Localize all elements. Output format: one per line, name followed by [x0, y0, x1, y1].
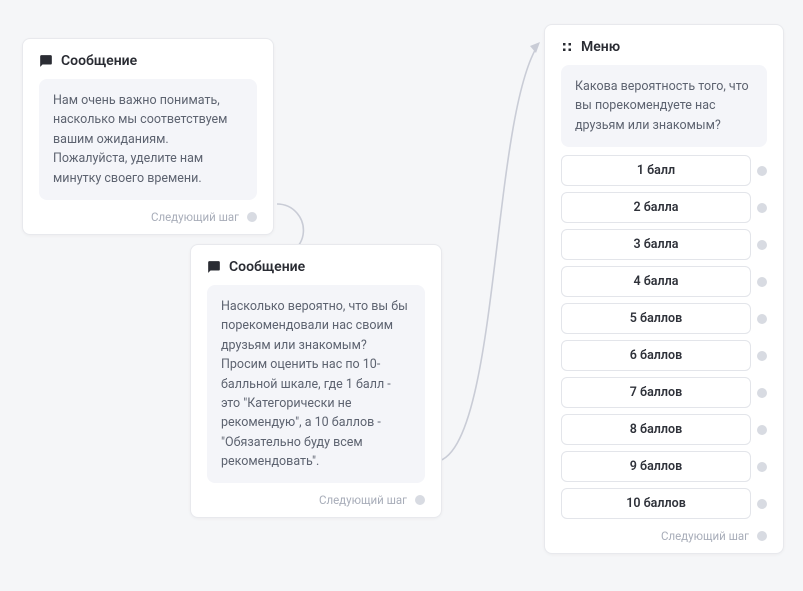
option-port[interactable]: [757, 462, 767, 472]
card-header: Сообщение: [39, 53, 257, 69]
menu-option: 1 балл: [561, 155, 767, 186]
message-body: Насколько вероятно, что вы бы порекоменд…: [207, 285, 425, 483]
message-body: Нам очень важно понимать, насколько мы с…: [39, 79, 257, 200]
menu-option: 5 баллов: [561, 303, 767, 334]
option-button[interactable]: 4 балла: [561, 266, 751, 297]
option-button[interactable]: 5 баллов: [561, 303, 751, 334]
menu-option: 6 баллов: [561, 340, 767, 371]
option-port[interactable]: [757, 166, 767, 176]
option-button[interactable]: 9 баллов: [561, 451, 751, 482]
card-footer: Следующий шаг: [39, 210, 257, 224]
menu-option: 9 баллов: [561, 451, 767, 482]
next-step-label: Следующий шаг: [151, 210, 239, 224]
output-port[interactable]: [757, 531, 767, 541]
option-button[interactable]: 1 балл: [561, 155, 751, 186]
option-button[interactable]: 6 баллов: [561, 340, 751, 371]
option-port[interactable]: [757, 240, 767, 250]
option-port[interactable]: [757, 203, 767, 213]
output-port[interactable]: [247, 212, 257, 222]
option-button[interactable]: 10 баллов: [561, 488, 751, 519]
menu-option: 4 балла: [561, 266, 767, 297]
next-step-label: Следующий шаг: [661, 529, 749, 543]
menu-question: Какова вероятность того, что вы порекоме…: [561, 65, 767, 147]
option-button[interactable]: 7 баллов: [561, 377, 751, 408]
card-header: Меню: [561, 39, 767, 55]
option-button[interactable]: 2 балла: [561, 192, 751, 223]
menu-option: 2 балла: [561, 192, 767, 223]
option-port[interactable]: [757, 314, 767, 324]
card-footer: Следующий шаг: [561, 529, 767, 543]
output-port[interactable]: [415, 495, 425, 505]
card-title: Меню: [581, 39, 620, 55]
option-port[interactable]: [757, 351, 767, 361]
option-port[interactable]: [757, 499, 767, 509]
card-footer: Следующий шаг: [207, 493, 425, 507]
menu-option: 10 баллов: [561, 488, 767, 519]
option-port[interactable]: [757, 425, 767, 435]
option-button[interactable]: 8 баллов: [561, 414, 751, 445]
message-icon: [207, 260, 221, 274]
message-icon: [39, 54, 53, 68]
card-title: Сообщение: [61, 53, 137, 69]
menu-icon: [561, 41, 573, 53]
option-port[interactable]: [757, 388, 767, 398]
next-step-label: Следующий шаг: [319, 493, 407, 507]
message-card-1[interactable]: Сообщение Нам очень важно понимать, наск…: [22, 38, 274, 235]
menu-options: 1 балл 2 балла 3 балла 4 балла 5 баллов …: [561, 155, 767, 519]
option-port[interactable]: [757, 277, 767, 287]
card-header: Сообщение: [207, 259, 425, 275]
menu-card[interactable]: Меню Какова вероятность того, что вы пор…: [544, 24, 784, 554]
menu-option: 8 баллов: [561, 414, 767, 445]
option-button[interactable]: 3 балла: [561, 229, 751, 260]
message-card-2[interactable]: Сообщение Насколько вероятно, что вы бы …: [190, 244, 442, 518]
menu-option: 3 балла: [561, 229, 767, 260]
menu-option: 7 баллов: [561, 377, 767, 408]
card-title: Сообщение: [229, 259, 305, 275]
